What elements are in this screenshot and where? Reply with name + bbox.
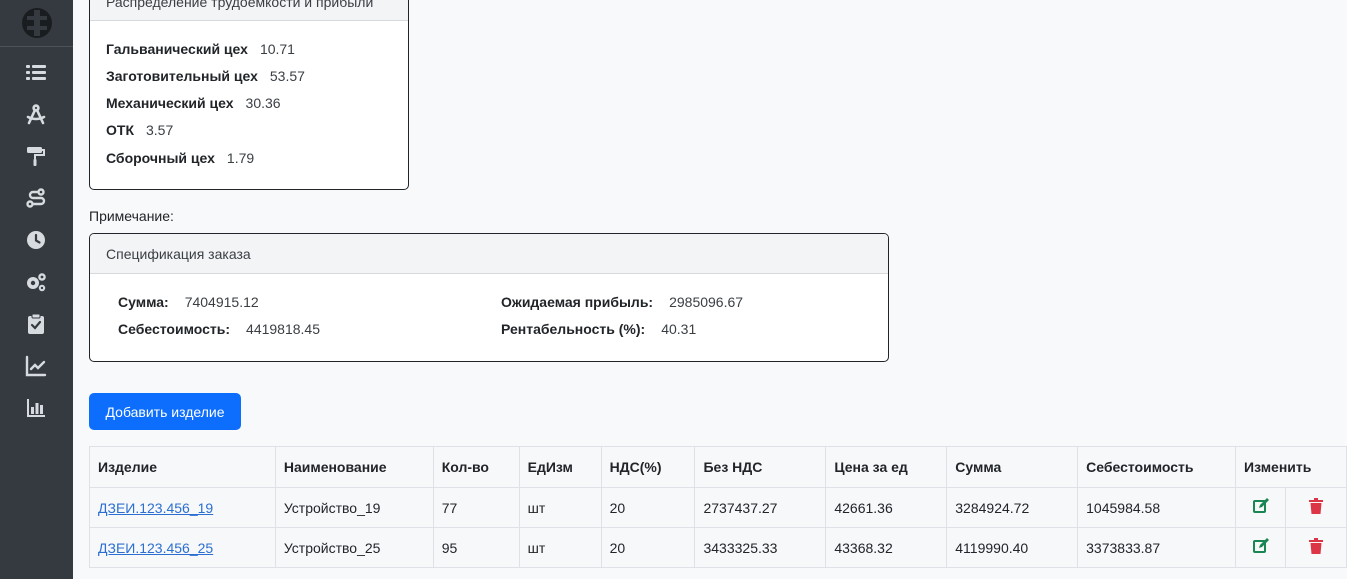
col-header-name: Наименование	[274, 446, 434, 488]
cell-cost: 1045984.58	[1077, 487, 1237, 528]
logo[interactable]	[0, 0, 73, 47]
col-header-price: Цена за ед	[825, 446, 948, 488]
spec-cost: Себестоимость: 4419818.45	[118, 321, 320, 337]
table-row: ДЗЕИ.123.456_25 Устройство_25 95 шт 20 3…	[89, 527, 1347, 568]
labor-card-header: Распределение трудоемкости и прибыли	[90, 0, 408, 21]
cell-price: 43368.32	[825, 527, 948, 568]
col-header-edit: Изменить	[1235, 446, 1347, 488]
chart-bar-icon[interactable]	[24, 396, 48, 420]
spec-expected-profit: Ожидаемая прибыль: 2985096.67	[501, 294, 744, 310]
edit-cell	[1235, 487, 1286, 528]
items-table: Изделие Наименование Кол-во ЕдИзм НДС(%)…	[89, 446, 1347, 568]
labor-row: Механический цех 30.36	[106, 95, 281, 111]
spec-card-title: Спецификация заказа	[106, 246, 251, 262]
labor-row: Сборочный цех 1.79	[106, 150, 255, 166]
delete-cell	[1285, 487, 1347, 528]
table-row: ДЗЕИ.123.456_19 Устройство_19 77 шт 20 2…	[89, 487, 1347, 528]
order-spec-card: Спецификация заказа Сумма: 7404915.12 Себ…	[89, 233, 889, 362]
edit-cell	[1235, 527, 1286, 568]
spec-profitability: Рентабельность (%): 40.31	[501, 321, 697, 337]
item-link[interactable]: ДЗЕИ.123.456_19	[98, 500, 213, 516]
col-header-cost: Себестоимость	[1077, 446, 1237, 488]
col-header-item: Изделие	[89, 446, 276, 488]
note-label: Примечание:	[89, 208, 174, 224]
logo-icon	[22, 8, 52, 38]
cell-no-vat: 3433325.33	[694, 527, 827, 568]
cell-qty: 95	[432, 527, 520, 568]
paint-roller-icon[interactable]	[24, 144, 48, 168]
labor-row: ОТК 3.57	[106, 122, 174, 138]
cell-unit: шт	[518, 487, 602, 528]
edit-icon[interactable]	[1252, 498, 1269, 514]
col-header-no-vat: Без НДС	[694, 446, 827, 488]
col-header-qty: Кол-во	[432, 446, 520, 488]
cell-vat: 20	[600, 487, 696, 528]
clock-icon[interactable]	[24, 228, 48, 252]
labor-row: Гальванический цех 10.71	[106, 41, 295, 57]
compass-icon[interactable]	[24, 102, 48, 126]
col-header-unit: ЕдИзм	[518, 446, 602, 488]
cell-cost: 3373833.87	[1077, 527, 1237, 568]
col-header-sum: Сумма	[946, 446, 1079, 488]
labor-card-title: Распределение трудоемкости и прибыли	[106, 0, 374, 10]
cell-sum: 4119990.40	[946, 527, 1079, 568]
clipboard-check-icon[interactable]	[24, 312, 48, 336]
route-icon[interactable]	[24, 186, 48, 210]
cogs-icon[interactable]	[24, 270, 48, 294]
table-header-row: Изделие Наименование Кол-во ЕдИзм НДС(%)…	[89, 446, 1347, 488]
spec-card-header: Спецификация заказа	[90, 234, 888, 274]
cell-unit: шт	[518, 527, 602, 568]
edit-icon[interactable]	[1252, 538, 1269, 554]
cell-price: 42661.36	[825, 487, 948, 528]
cell-vat: 20	[600, 527, 696, 568]
labor-row: Заготовительный цех 53.57	[106, 68, 305, 84]
trash-icon[interactable]	[1309, 538, 1323, 554]
chart-line-icon[interactable]	[24, 354, 48, 378]
cell-qty: 77	[432, 487, 520, 528]
list-icon[interactable]	[24, 60, 48, 84]
delete-cell	[1285, 527, 1347, 568]
cell-name: Устройство_19	[274, 487, 434, 528]
labor-distribution-card: Распределение трудоемкости и прибыли Гал…	[89, 0, 409, 190]
cell-sum: 3284924.72	[946, 487, 1079, 528]
item-link[interactable]: ДЗЕИ.123.456_25	[98, 540, 213, 556]
col-header-vat: НДС(%)	[600, 446, 696, 488]
sidebar	[0, 0, 73, 579]
cell-name: Устройство_25	[274, 527, 434, 568]
add-item-button[interactable]: Добавить изделие	[89, 393, 241, 430]
cell-no-vat: 2737437.27	[694, 487, 827, 528]
main-content: Распределение трудоемкости и прибыли Гал…	[73, 0, 1347, 579]
spec-sum: Сумма: 7404915.12	[118, 294, 259, 310]
trash-icon[interactable]	[1309, 498, 1323, 514]
